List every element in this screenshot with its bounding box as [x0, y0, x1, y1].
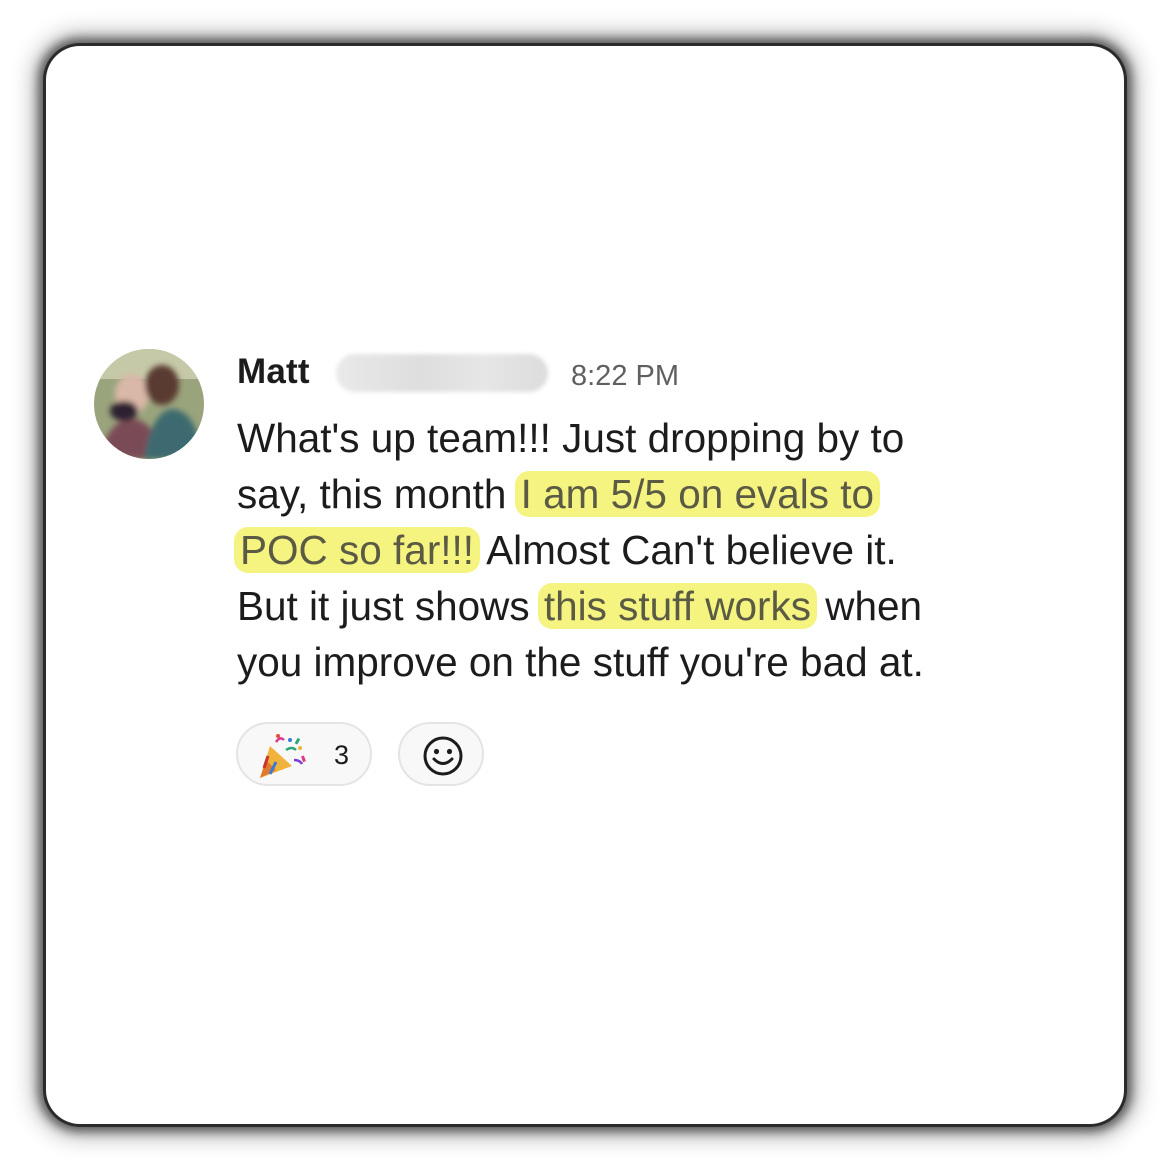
message-text-segment: when — [813, 583, 923, 629]
add-reaction-button[interactable] — [398, 722, 484, 786]
author-name[interactable]: Matt — [237, 352, 310, 392]
message-line: POC so far!!! Almost Can't believe it. — [234, 522, 1077, 578]
highlighted-text: this stuff works — [537, 583, 817, 629]
party-popper-icon — [260, 734, 306, 778]
smiley-icon — [423, 736, 463, 776]
message-text-segment: Almost Can't believe it. — [477, 527, 897, 573]
message-text: What's up team!!! Just dropping by to sa… — [234, 410, 1077, 690]
message-line: you improve on the stuff you're bad at. — [237, 634, 1077, 690]
avatar[interactable] — [94, 349, 204, 459]
message-line: say, this month I am 5/5 on evals to — [237, 466, 1077, 522]
message-text-segment: But it just shows — [237, 583, 541, 629]
avatar-photo — [94, 349, 204, 459]
message-timestamp[interactable]: 8:22 PM — [571, 360, 679, 393]
redacted-surname — [336, 354, 548, 392]
reaction-count: 3 — [334, 740, 350, 770]
reaction-party-popper[interactable]: 3 — [236, 722, 372, 786]
message-text-segment: you improve on the stuff you're bad at. — [237, 639, 924, 685]
highlighted-text: POC so far!!! — [234, 527, 481, 573]
message-text-segment: say, this month — [237, 471, 518, 517]
message-line: What's up team!!! Just dropping by to — [237, 410, 1077, 466]
message-text-segment: What's up team!!! Just dropping by to — [237, 415, 905, 461]
message-line: But it just shows this stuff works when — [237, 578, 1077, 634]
highlighted-text: I am 5/5 on evals to — [514, 471, 881, 517]
